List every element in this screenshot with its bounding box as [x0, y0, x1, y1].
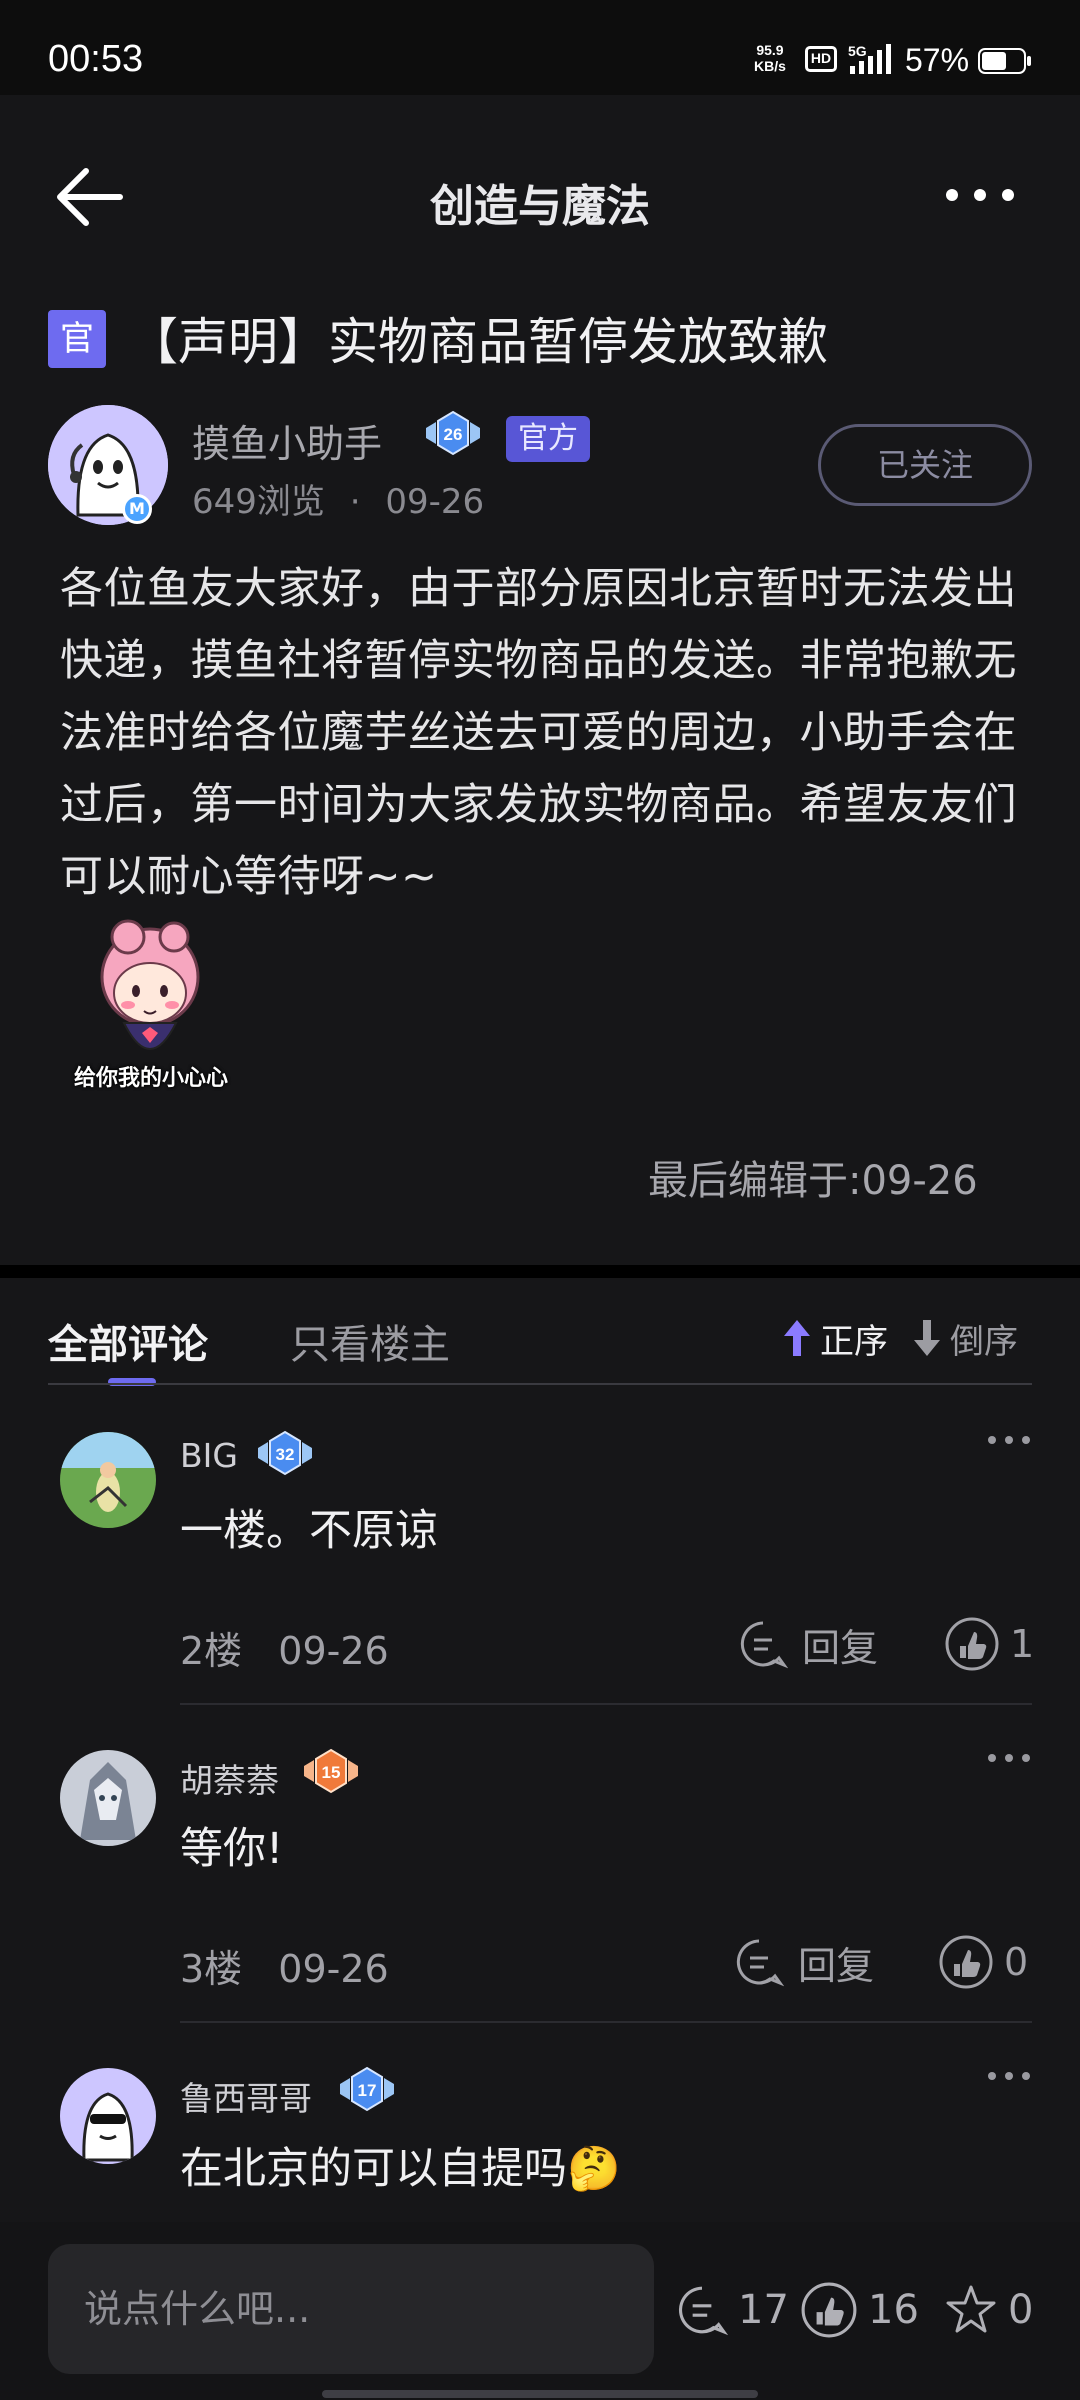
tabs-divider	[48, 1383, 1032, 1385]
signal-5g-icon: 5G	[848, 43, 891, 74]
avatar-image	[60, 1432, 156, 1528]
comment-more-icon[interactable]	[984, 1430, 1034, 1450]
reply-bubble-icon	[736, 1939, 784, 1987]
back-arrow-icon[interactable]	[50, 165, 130, 229]
page-title: 创造与魔法	[430, 181, 650, 232]
more-options-icon[interactable]	[940, 175, 1020, 215]
network-speed-unit: KB/s	[754, 58, 786, 74]
status-time: 00:53	[48, 38, 144, 80]
comment-meta: 3楼 09-26	[180, 1938, 389, 1993]
comment-text: 一楼。不原谅	[180, 1506, 438, 1556]
home-indicator[interactable]	[322, 2390, 758, 2398]
arrow-up-icon	[784, 1320, 810, 1356]
official-badge: 官方	[506, 416, 590, 462]
like-button[interactable]: 0	[938, 1934, 1028, 1990]
network-speed-value: 95.9	[756, 42, 784, 58]
avatar-image	[60, 1750, 156, 1846]
battery-percent: 57%	[905, 42, 970, 78]
verified-badge: M	[122, 494, 152, 524]
comment-floor: 2楼	[180, 1629, 243, 1673]
reply-button[interactable]: 回复	[734, 1934, 874, 1990]
thumbs-up-icon	[945, 1617, 999, 1671]
author-name[interactable]: 摸鱼小助手	[192, 413, 382, 468]
post-title: 【声明】实物商品暂停发放致歉	[128, 313, 828, 371]
sort-descending-button[interactable]: 倒序	[910, 1314, 1018, 1362]
comment-username[interactable]: 胡萘萘	[180, 1754, 279, 1802]
network-type-label: 5G	[848, 43, 867, 59]
reply-button[interactable]: 回复	[738, 1616, 878, 1672]
comment-bubble-icon	[678, 2286, 728, 2336]
comment-username[interactable]: 鲁西哥哥	[180, 2072, 312, 2120]
view-count: 649浏览	[192, 482, 325, 522]
comment-username[interactable]: BIG	[180, 1436, 238, 1475]
comments-count: 17	[738, 2287, 789, 2333]
comment-divider	[180, 1703, 1032, 1705]
meta-separator: ·	[349, 482, 361, 522]
comment-text: 在北京的可以自提吗🤔	[180, 2134, 621, 2196]
comment-avatar[interactable]	[60, 1750, 156, 1846]
last-edited: 最后编辑于:09-26	[648, 1158, 978, 1204]
sort-descending-label: 倒序	[950, 1321, 1018, 1362]
comment-more-icon[interactable]	[984, 1748, 1034, 1768]
level-badge-icon: 26	[426, 410, 480, 456]
thinking-emoji: 🤔	[567, 2144, 621, 2194]
comment-meta: 2楼 09-26	[180, 1620, 389, 1675]
favorites-count: 0	[1008, 2287, 1034, 2333]
comment-text-content: 在北京的可以自提吗	[180, 2144, 567, 2194]
comment-floor: 3楼	[180, 1947, 243, 1991]
official-tag: 官	[48, 310, 106, 368]
star-icon	[946, 2285, 996, 2333]
hd-icon: HD	[805, 46, 837, 72]
like-count: 1	[1010, 1622, 1035, 1666]
post-meta: 649浏览 · 09-26	[192, 474, 484, 523]
tab-owner-only[interactable]: 只看楼主	[290, 1312, 450, 1370]
comment-avatar[interactable]	[60, 1432, 156, 1528]
comment-date: 09-26	[278, 1947, 389, 1991]
favorite-button[interactable]: 0	[944, 2280, 1033, 2340]
network-speed: 95.9 KB/s	[754, 42, 786, 74]
comments-count-button[interactable]: 17	[676, 2280, 789, 2340]
comments-panel	[0, 1278, 1080, 2223]
like-count: 0	[1004, 1940, 1029, 1984]
follow-button[interactable]: 已关注	[818, 424, 1032, 506]
tab-all-comments[interactable]: 全部评论	[48, 1312, 208, 1370]
arrow-down-icon	[914, 1320, 940, 1356]
level-badge-icon: 15	[304, 1748, 358, 1794]
comment-level-label: 32	[276, 1445, 295, 1464]
comment-more-icon[interactable]	[984, 2066, 1034, 2086]
avatar-image	[60, 2068, 156, 2164]
sort-ascending-label: 正序	[820, 1321, 888, 1362]
battery-icon	[978, 48, 1031, 74]
post-date: 09-26	[385, 482, 485, 522]
comment-input[interactable]	[48, 2244, 654, 2374]
comment-avatar[interactable]	[60, 2068, 156, 2164]
reply-label: 回复	[802, 1625, 879, 1670]
level-badge-icon: 17	[340, 2066, 394, 2112]
sticker-caption: 给你我的小心心	[74, 1066, 229, 1091]
thumbs-up-icon	[939, 1935, 993, 1989]
comment-level-label: 17	[358, 2081, 377, 2100]
comment-level-label: 15	[322, 1763, 341, 1782]
comment-divider	[180, 2021, 1032, 2023]
comment-date: 09-26	[278, 1629, 389, 1673]
sort-ascending-button[interactable]: 正序	[780, 1314, 888, 1362]
level-badge-icon: 32	[258, 1430, 312, 1476]
reply-label: 回复	[798, 1943, 875, 1988]
author-level-label: 26	[444, 425, 463, 444]
thumbs-up-icon	[801, 2282, 857, 2338]
like-button[interactable]: 1	[944, 1616, 1034, 1672]
reply-bubble-icon	[740, 1621, 788, 1669]
comment-text: 等你!	[180, 1824, 284, 1874]
post-likes-count: 16	[868, 2287, 919, 2333]
post-like-button[interactable]: 16	[800, 2280, 919, 2340]
post-body: 各位鱼友大家好，由于部分原因北京暂时无法发出快递，摸鱼社将暂停实物商品的发送。非…	[60, 564, 1017, 902]
